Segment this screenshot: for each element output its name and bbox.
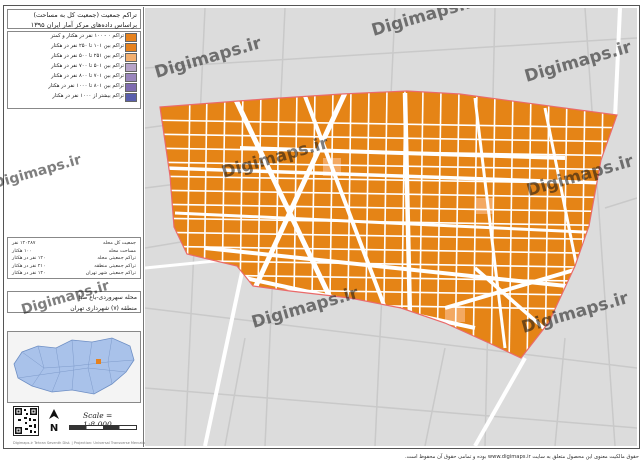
qr-code <box>13 406 39 436</box>
main-road <box>203 257 247 446</box>
scale-bar <box>69 425 137 430</box>
stats-label: جمعیت کل محله <box>102 241 136 246</box>
stats-label: تراکم جمعیتی محله <box>97 256 136 261</box>
legend-label: تراکم بین ۱۰۱ تا ۲۵۰ نفر در هکتار <box>51 43 124 49</box>
legend-swatch <box>125 33 137 42</box>
legend-item: تراکم بین ۱۰۱ تا ۲۵۰ نفر در هکتار <box>8 42 140 52</box>
stats-row: تراکم جمعیتی شهر تهران ۱۴۰ نفر در هکتار <box>8 270 140 278</box>
background-street <box>554 337 566 446</box>
stats-label: تراکم جمعیتی منطقه <box>94 263 136 269</box>
legend-swatch <box>125 73 137 82</box>
background-street <box>424 347 446 446</box>
stats-row: تراکم جمعیتی منطقه ۲۱۰ نفر در هکتار <box>8 263 140 271</box>
background-street <box>145 387 637 429</box>
stats-value: ۱۴۰ نفر در هکتار <box>12 271 46 276</box>
stats-value: ۲۱۰ نفر در هکتار <box>12 263 46 269</box>
credit-text: Digimaps.ir Tehran Seventh Dist. | Proje… <box>13 441 147 445</box>
background-street <box>584 8 616 446</box>
background-street <box>604 197 637 209</box>
legend-item: تراکم بین ۸۰۱ تا ۱۰۰۰ نفر در هکتار <box>8 82 140 92</box>
background-street <box>145 37 637 69</box>
block-light <box>475 198 493 214</box>
legend-item: تراکم بین ۵۰۱ تا ۷۰۰ نفر در هکتار <box>8 62 140 72</box>
north-label: N <box>50 423 58 434</box>
stats-value: ۱۰۰ هکتار <box>12 248 32 254</box>
legend-swatch <box>125 63 137 72</box>
legend: تراکم ۰ - ۱۰۰ نفر در هکتار و کمتر تراکم ب… <box>7 31 141 109</box>
district-name: منطقه (۷) شهرداری تهران <box>70 305 137 312</box>
legend-swatch <box>125 53 137 62</box>
neighborhood-name: محله سهروردی-باغ صبا <box>78 294 137 301</box>
stats-label: تراکم جمعیتی شهر تهران <box>85 271 136 276</box>
main-road <box>473 357 527 446</box>
legend-item: تراکم بین ۷۰۱ تا ۸۰۰ نفر در هکتار <box>8 72 140 82</box>
legend-label: تراکم بیشتر از ۱۰۰۰ نفر در هکتار <box>52 93 124 99</box>
stats-value: ۱۲۰۲۸۷ نفر <box>12 241 36 246</box>
legend-label: تراکم ۰ - ۱۰۰ نفر در هکتار و کمتر <box>50 33 124 39</box>
legend-item: تراکم ۰ - ۱۰۰ نفر در هکتار و کمتر <box>8 32 140 42</box>
main-map[interactable]: Digimaps.ir Digimaps.ir Digimaps.ir Digi… <box>145 8 637 446</box>
stats-value: ۱۲۰ نفر در هکتار <box>12 256 46 261</box>
locator-inset-map <box>7 331 141 403</box>
district-highlight <box>96 359 101 364</box>
side-panel: تراکم جمعیت (جمعیت کل به مساحت) براساس د… <box>5 7 147 447</box>
stats-row: جمعیت کل محله ۱۲۰۲۸۷ نفر <box>8 240 140 248</box>
legend-swatch <box>125 43 137 52</box>
background-street <box>224 337 246 446</box>
north-arrow-icon: N <box>47 408 61 434</box>
legend-item: تراکم بین ۲۵۱ تا ۵۰۰ نفر در هکتار <box>8 52 140 62</box>
legend-item: تراکم بیشتر از ۱۰۰۰ نفر در هکتار <box>8 92 140 102</box>
copyright-footer: حقوق مالکیت معنوی این محصول متعلق به سای… <box>405 454 639 460</box>
legend-label: تراکم بین ۲۵۱ تا ۵۰۰ نفر در هکتار <box>51 53 124 59</box>
district-box: محله سهروردی-باغ صبا منطقه (۷) شهرداری ت… <box>7 291 141 313</box>
main-road <box>613 8 622 119</box>
stats-table: جمعیت کل محله ۱۲۰۲۸۷ نفر مساحت محله ۱۰۰ هکت… <box>7 237 141 279</box>
legend-swatch <box>125 93 137 102</box>
map-title: تراکم جمعیت (جمعیت کل به مساحت) <box>33 11 137 19</box>
legend-label: تراکم بین ۸۰۱ تا ۱۰۰۰ نفر در هکتار <box>48 83 124 89</box>
legend-swatch <box>125 83 137 92</box>
legend-label: تراکم بین ۷۰۱ تا ۸۰۰ نفر در هکتار <box>51 73 124 79</box>
stats-row: مساحت محله ۱۰۰ هکتار <box>8 248 140 256</box>
map-subtitle: براساس داده‌های مرکز آمار ایران ۱۳۹۵ <box>30 21 137 29</box>
title-box: تراکم جمعیت (جمعیت کل به مساحت) براساس د… <box>7 9 141 29</box>
stats-label: مساحت محله <box>108 248 136 254</box>
legend-label: تراکم بین ۵۰۱ تا ۷۰۰ نفر در هکتار <box>51 63 124 69</box>
stats-row: تراکم جمعیتی محله ۱۲۰ نفر در هکتار <box>8 255 140 263</box>
